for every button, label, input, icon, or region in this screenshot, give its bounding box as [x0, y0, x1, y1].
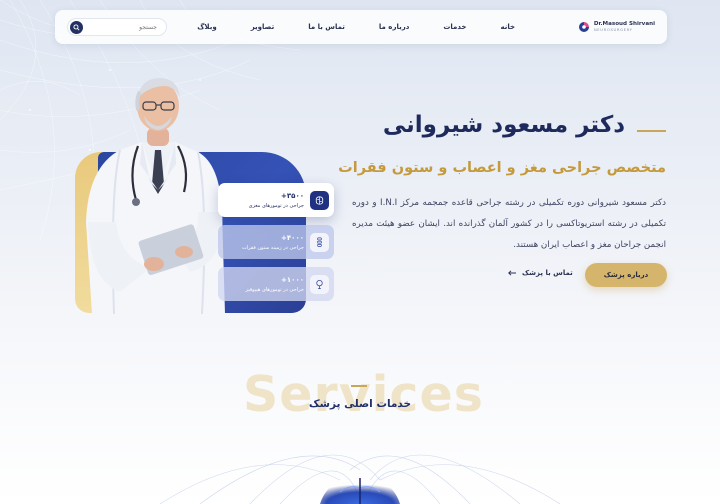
nav-gallery[interactable]: تصاویر	[251, 23, 275, 31]
spine-icon	[310, 232, 329, 252]
nav-services[interactable]: خدمات	[443, 23, 466, 31]
hero-description: دکتر مسعود شیروانی دوره تکمیلی در رشته ج…	[352, 198, 666, 250]
stat-number: +۱۰۰۰	[281, 275, 304, 284]
services-accent-line	[351, 385, 367, 387]
contact-doctor-link[interactable]: تماس با پزشک	[508, 269, 573, 277]
stat-card-spine: +۴۰۰۰ جراحی در زمینه ستون فقرات	[218, 225, 334, 259]
pituitary-icon	[310, 274, 329, 294]
hero-name: دکتر مسعود شیروانی	[382, 112, 625, 138]
search-icon	[73, 23, 80, 30]
stat-label: جراحی در زمینه ستون فقرات	[241, 244, 304, 251]
hero-accent-line	[637, 130, 666, 132]
brand-subtitle: NEUROSURGERY	[593, 27, 633, 33]
search-input[interactable]	[83, 23, 161, 31]
nav-home[interactable]: خانه	[500, 23, 515, 31]
brain-icon	[310, 190, 329, 210]
contact-doctor-label: تماس با پزشک	[522, 269, 573, 277]
nav-blog[interactable]: وبلاگ	[197, 23, 216, 31]
stat-number: +۴۰۰۰	[281, 233, 304, 242]
main-menu: خانه خدمات درباره ما تماس با ما تصاویر و…	[163, 10, 515, 44]
brand-logo[interactable]: Dr.Masoud Shirvani NEUROSURGERY	[578, 21, 655, 33]
search-box	[67, 18, 167, 36]
stat-label: جراحی در تومورهای هیپوفیز	[245, 286, 304, 293]
stat-label: جراحی در تومورهای مغزی	[248, 202, 304, 209]
doctor-photo	[86, 78, 225, 314]
stat-card-pituitary: +۱۰۰۰ جراحی در تومورهای هیپوفیز	[218, 267, 334, 301]
services-watermark: Services	[243, 366, 484, 423]
search-button[interactable]	[70, 20, 83, 34]
arrow-left-icon	[508, 270, 516, 276]
stat-card-brain: +۳۵۰۰ جراحی در تومورهای مغزی	[218, 183, 334, 217]
nav-contact[interactable]: تماس با ما	[308, 23, 345, 31]
services-title: خدمات اصلی پزشک	[308, 398, 412, 410]
top-navbar: خانه خدمات درباره ما تماس با ما تصاویر و…	[55, 10, 667, 44]
about-doctor-button[interactable]: درباره پزشک	[585, 263, 667, 287]
nav-about[interactable]: درباره ما	[379, 23, 409, 31]
brain-image	[320, 476, 400, 504]
logo-icon	[578, 22, 589, 32]
stat-number: +۳۵۰۰	[281, 191, 304, 200]
hero-title: متخصص جراحی مغز و اعصاب و ستون فقرات	[338, 160, 666, 176]
